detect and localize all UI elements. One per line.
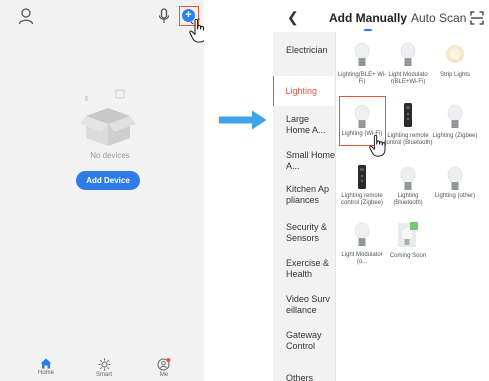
user-icon[interactable] [18,7,34,25]
top-bar: + [0,0,204,43]
nav-home[interactable]: Home [26,355,66,376]
sun-icon [98,358,110,371]
category-video-surveillance[interactable]: Video Surv eillance [273,294,335,316]
strip-light-icon [446,45,464,63]
scan-icon[interactable] [470,11,484,25]
device-list-screen: + No devices Add Device Home Smart Me [0,0,204,381]
remote-icon [404,103,412,127]
add-device-screen: ❮ Add Manually Auto Scan Electrician Lig… [273,0,489,381]
nav-me-label: Me [159,372,169,378]
back-button[interactable]: ❮ [287,9,299,26]
bottom-navigation: Home Smart Me [0,355,204,381]
pointing-hand-icon [189,18,204,43]
product-label: Strip Lights [439,72,470,78]
tab-auto-scan[interactable]: Auto Scan [411,11,466,25]
category-electrician[interactable]: Electrician [273,45,335,56]
nav-me[interactable]: Me [144,355,184,378]
category-security-sensors[interactable]: Security & Sensors [273,222,335,244]
category-small-home-appliances[interactable]: Small Home A... [273,150,335,172]
category-lighting[interactable]: Lighting [273,76,334,106]
empty-state-text: No devices [90,151,130,160]
category-others[interactable]: Others [273,373,335,381]
bulb-icon [447,104,463,128]
nav-smart-label: Smart [95,372,112,378]
product-label: Lighting remote control (Zigbee) [340,193,384,206]
profile-icon [157,358,171,371]
arrow-right-icon [219,110,267,130]
coming-soon-icon [398,222,418,247]
bulb-icon [400,42,416,66]
product-label: Light Modulator (o... [341,252,383,265]
nav-home-label: Home [37,370,54,376]
microphone-icon[interactable] [158,8,170,24]
pointing-hand-icon [369,134,386,157]
nav-smart[interactable]: Smart [84,355,124,378]
product-label: Lighting(BLE+ Wi-Fi) [337,72,387,85]
category-exercise-health[interactable]: Exercise & Health [273,258,335,280]
active-tab-indicator [364,29,372,31]
add-device-button[interactable]: Add Device [76,171,140,190]
category-gateway-control[interactable]: Gateway Control [273,330,335,352]
bulb-icon [354,42,370,66]
product-label: Light Modulato r(BLE+Wi-Fi) [388,72,428,85]
category-large-home-appliances[interactable]: Large Home A... [273,114,335,136]
product-label: Lighting (other) [434,193,476,199]
category-kitchen-appliances[interactable]: Kitchen Ap pliances [273,184,335,206]
product-label: Lighting (Zigbee) [432,133,478,139]
bulb-icon [354,222,370,246]
product-label: Lighting (Bluetooth) [393,193,423,206]
tab-add-manually[interactable]: Add Manually [329,11,407,25]
empty-box-illustration [80,89,136,146]
category-sidebar: Electrician Lighting Large Home A... Sma… [273,32,335,381]
home-icon [40,358,52,369]
product-label: Coming Soon [389,253,427,259]
